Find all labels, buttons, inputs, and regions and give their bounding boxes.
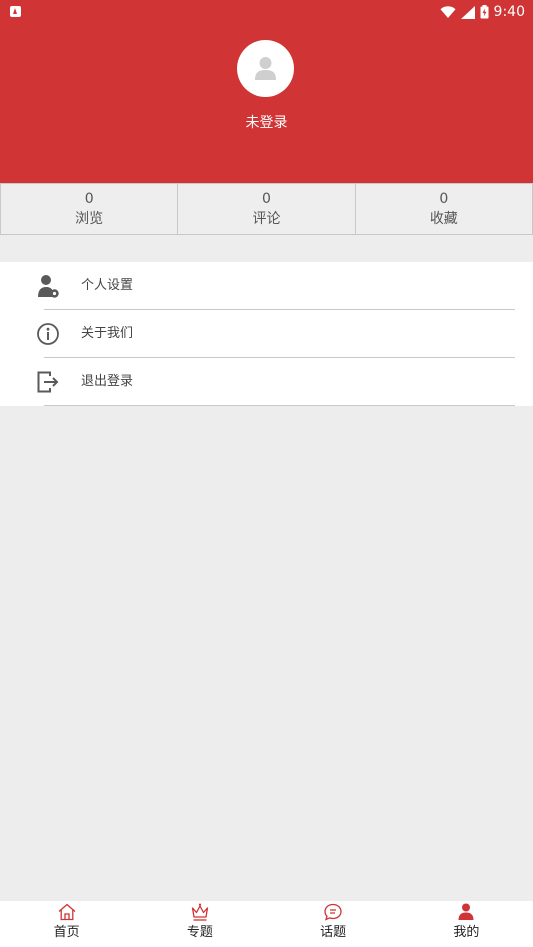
status-bar: 9:40 bbox=[0, 0, 533, 24]
battery-icon bbox=[480, 5, 489, 19]
stat-value: 0 bbox=[84, 191, 94, 207]
profile-screen: 9:40 未登录 0 浏览 0 评论 0 收藏 个人设置 关于我们 退出登录 首… bbox=[0, 0, 533, 947]
menu-item-logout[interactable]: 退出登录 bbox=[0, 358, 533, 406]
wifi-icon bbox=[440, 5, 456, 18]
menu-item-label: 关于我们 bbox=[81, 326, 134, 341]
stat-comments[interactable]: 0 评论 bbox=[177, 184, 354, 234]
status-bar-right: 9:40 bbox=[440, 3, 525, 21]
logout-icon bbox=[37, 371, 59, 393]
crown-icon bbox=[191, 903, 209, 921]
stats-row: 0 浏览 0 评论 0 收藏 bbox=[0, 183, 533, 235]
stat-value: 0 bbox=[439, 191, 449, 207]
person-icon bbox=[458, 903, 474, 920]
status-time: 9:40 bbox=[493, 4, 525, 20]
menu-item-label: 退出登录 bbox=[81, 374, 134, 389]
nav-label: 我的 bbox=[453, 925, 480, 940]
chat-bubble-icon bbox=[324, 903, 342, 921]
settings-menu: 个人设置 关于我们 退出登录 bbox=[0, 262, 533, 406]
nav-tab-topics[interactable]: 专题 bbox=[133, 901, 266, 947]
menu-item-personal-settings[interactable]: 个人设置 bbox=[0, 262, 533, 310]
info-icon bbox=[37, 323, 59, 345]
avatar[interactable] bbox=[237, 40, 294, 97]
nav-label: 话题 bbox=[320, 925, 347, 940]
profile-header: 9:40 未登录 bbox=[0, 0, 533, 183]
stat-browse[interactable]: 0 浏览 bbox=[0, 184, 177, 234]
nav-label: 专题 bbox=[186, 925, 213, 940]
menu-item-about-us[interactable]: 关于我们 bbox=[0, 310, 533, 358]
bottom-navigation: 首页 专题 话题 我的 bbox=[0, 901, 533, 947]
divider bbox=[44, 405, 515, 406]
nav-tab-mine[interactable]: 我的 bbox=[400, 901, 533, 947]
menu-item-label: 个人设置 bbox=[81, 278, 134, 293]
stat-label: 评论 bbox=[252, 211, 281, 227]
login-status-link[interactable]: 未登录 bbox=[0, 112, 533, 132]
stat-label: 收藏 bbox=[429, 211, 458, 227]
nav-tab-discussions[interactable]: 话题 bbox=[267, 901, 400, 947]
stat-favorites[interactable]: 0 收藏 bbox=[354, 184, 533, 234]
nav-tab-home[interactable]: 首页 bbox=[0, 901, 133, 947]
stat-value: 0 bbox=[262, 191, 271, 207]
home-icon bbox=[58, 903, 76, 921]
stat-label: 浏览 bbox=[75, 211, 104, 227]
user-avatar-icon bbox=[255, 57, 276, 80]
user-settings-icon bbox=[38, 275, 59, 298]
signal-icon bbox=[460, 5, 475, 19]
nav-label: 首页 bbox=[53, 925, 80, 940]
notification-app-icon bbox=[10, 6, 21, 17]
